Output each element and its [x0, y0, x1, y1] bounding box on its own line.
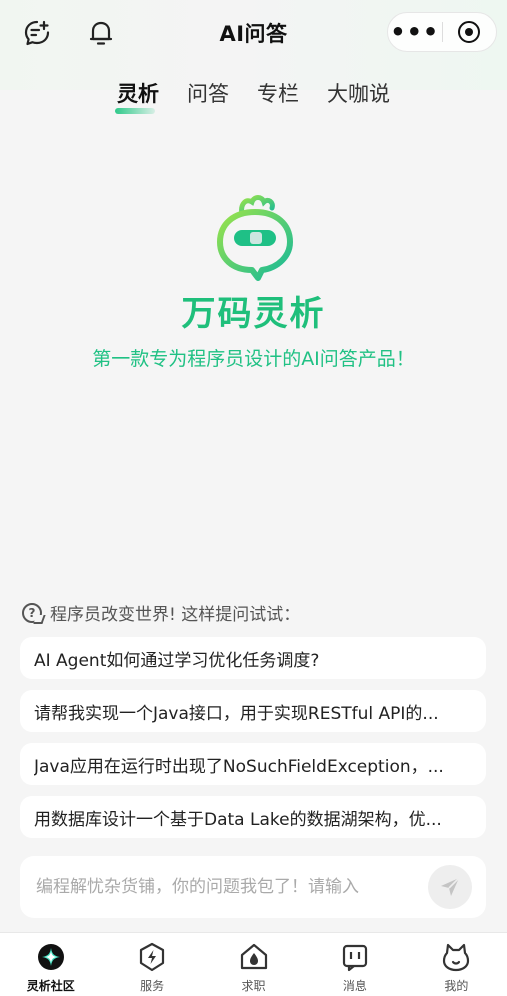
tab-label: 大咖说	[327, 82, 390, 106]
tab-wenda[interactable]: 问答	[185, 78, 231, 108]
suggestions-title: 程序员改变世界! 这样提问试试：	[50, 605, 301, 625]
bottom-tabbar: 灵析社区 服务 求职 消息 我的	[0, 932, 507, 996]
more-button[interactable]: •••	[388, 13, 442, 51]
brand-name: 万码灵析	[181, 294, 326, 334]
lightning-badge-icon	[140, 942, 165, 972]
suggestions-header: ? 程序员改变世界! 这样提问试试：	[22, 600, 300, 625]
tab-zhuanlan[interactable]: 专栏	[255, 78, 301, 108]
tabbar-label: 灵析社区	[26, 979, 75, 993]
suggestion-text: 请帮我实现一个Java接口，用于实现RESTful API的...	[34, 703, 439, 724]
tabbar-item-community[interactable]: 灵析社区	[0, 933, 101, 996]
send-button[interactable]	[428, 865, 472, 909]
suggestion-item[interactable]: 用数据库设计一个基于Data Lake的数据湖架构，优...	[20, 796, 486, 838]
suggestion-text: AI Agent如何通过学习优化任务调度?	[34, 650, 320, 671]
suggestion-item[interactable]: Java应用在运行时出现了NoSuchFieldException，...	[20, 743, 486, 785]
tab-label: 灵析	[117, 82, 159, 106]
tab-label: 专栏	[257, 82, 299, 106]
question-input[interactable]	[36, 877, 428, 897]
suggestion-item[interactable]: 请帮我实现一个Java接口，用于实现RESTful API的...	[20, 690, 486, 732]
question-input-box	[20, 856, 486, 918]
tabbar-item-jobs[interactable]: 求职	[203, 933, 304, 996]
suggestion-item[interactable]: AI Agent如何通过学习优化任务调度?	[20, 637, 486, 679]
tabbar-item-service[interactable]: 服务	[101, 933, 202, 996]
more-icon: •••	[390, 18, 440, 46]
house-drop-icon	[240, 943, 267, 970]
header: AI问答 •••	[0, 0, 507, 64]
tabbar-item-me[interactable]: 我的	[406, 933, 507, 996]
target-icon	[458, 21, 481, 43]
question-bubble-icon: ?	[22, 602, 42, 623]
tab-lingxi[interactable]: 灵析	[115, 78, 161, 114]
message-box-icon	[342, 944, 368, 972]
suggestion-text: 用数据库设计一个基于Data Lake的数据湖架构，优...	[34, 809, 442, 830]
tabbar-label: 服务	[140, 979, 165, 993]
send-icon	[441, 877, 460, 896]
tab-active-indicator	[115, 108, 155, 114]
tabbar-label: 消息	[342, 979, 367, 993]
tabbar-item-messages[interactable]: 消息	[304, 933, 405, 996]
close-miniapp-button[interactable]	[443, 13, 497, 51]
suggestion-text: Java应用在运行时出现了NoSuchFieldException，...	[34, 756, 444, 777]
miniapp-capsule: •••	[387, 12, 497, 52]
brand-slogan: 第一款专为程序员设计的AI问答产品！	[92, 348, 415, 370]
mascot-logo-icon	[210, 192, 300, 284]
tabbar-label: 我的	[444, 979, 469, 993]
cat-face-icon	[443, 943, 470, 972]
tab-label: 问答	[187, 82, 229, 106]
tab-dakashuo[interactable]: 大咖说	[325, 78, 392, 108]
tabbar-label: 求职	[241, 979, 266, 993]
top-tabs: 灵析 问答 专栏 大咖说	[0, 78, 507, 114]
sparkle-circle-icon	[37, 944, 64, 970]
